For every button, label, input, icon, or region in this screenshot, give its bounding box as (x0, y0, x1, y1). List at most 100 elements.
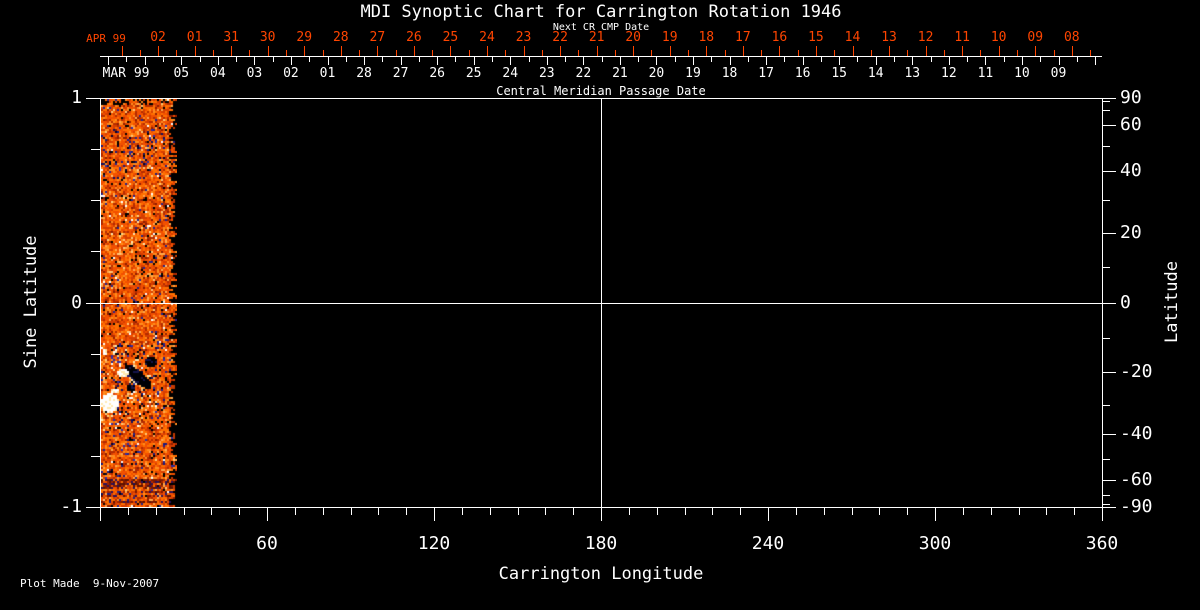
x-minor-tick (156, 507, 157, 515)
left-tick-label: -1 (40, 497, 82, 518)
cmp-day-tick (949, 57, 950, 65)
x-minor-tick (1074, 507, 1075, 515)
x-tick-label: 120 (418, 534, 451, 555)
x-tick-label: 300 (919, 534, 952, 555)
left-major-tick (86, 507, 100, 508)
next-cr-day-label: 13 (881, 31, 897, 46)
next-cr-day-label: 27 (370, 31, 386, 46)
x-minor-tick (824, 507, 825, 515)
right-tick-label: 90 (1120, 88, 1142, 109)
cmp-day-tick (693, 57, 694, 65)
right-major-tick (1102, 372, 1116, 373)
next-cr-day-tick (597, 46, 598, 56)
cmp-day-tick (876, 57, 877, 65)
cmp-day-label: 25 (466, 67, 482, 82)
right-major-tick (1102, 171, 1116, 172)
cmp-day-tick (218, 57, 219, 65)
next-cr-halfday-tick (213, 50, 214, 56)
cmp-halfday-tick (529, 57, 530, 62)
cmp-day-tick (145, 57, 146, 65)
next-cr-day-tick (560, 46, 561, 56)
cmp-day-tick (437, 57, 438, 65)
cmp-day-tick (510, 57, 511, 65)
x-major-tick (267, 507, 268, 521)
next-cr-day-label: 15 (808, 31, 824, 46)
cmp-day-tick (364, 57, 365, 65)
next-cr-day-tick (926, 46, 927, 56)
next-cr-halfday-tick (432, 50, 433, 56)
left-minor-tick (91, 354, 100, 355)
next-cr-halfday-tick (542, 50, 543, 56)
cmp-day-label: 16 (795, 67, 811, 82)
cmp-halfday-tick (602, 57, 603, 62)
next-cr-day-tick (195, 46, 196, 56)
right-minor-tick (1102, 405, 1110, 406)
cmp-day-label: 13 (904, 67, 920, 82)
cmp-day-tick (656, 57, 657, 65)
right-minor-tick (1102, 267, 1110, 268)
next-cr-halfday-tick (176, 50, 177, 56)
next-cr-day-label: 16 (772, 31, 788, 46)
cmp-day-tick (912, 57, 913, 65)
next-cr-day-label: 25 (443, 31, 459, 46)
x-minor-tick (295, 507, 296, 515)
right-tick-label: -90 (1120, 497, 1153, 518)
right-major-tick (1102, 303, 1116, 304)
x-minor-tick (573, 507, 574, 515)
mdi-synoptic-chart: MDI Synoptic Chart for Carrington Rotati… (0, 0, 1200, 610)
cmp-halfday-tick (419, 57, 420, 62)
x-major-tick (601, 507, 602, 521)
x-minor-tick (991, 507, 992, 515)
cmp-day-tick (1059, 57, 1060, 65)
x-minor-tick (128, 507, 129, 515)
next-cr-day-tick (670, 46, 671, 56)
left-axis-title: Sine Latitude (21, 235, 41, 368)
next-cr-day-label: 10 (991, 31, 1007, 46)
cmp-halfday-tick (455, 57, 456, 62)
cmp-day-label: 09 (1051, 67, 1067, 82)
right-minor-tick (1102, 146, 1110, 147)
cmp-halfday-tick (273, 57, 274, 62)
x-minor-tick (852, 507, 853, 515)
next-cr-day-tick (999, 46, 1000, 56)
equator-line (100, 303, 1102, 304)
right-tick-label: 20 (1120, 223, 1142, 244)
cmp-halfday-tick (1004, 57, 1005, 62)
x-minor-tick (629, 507, 630, 515)
central-meridian-passage-label: Central Meridian Passage Date (0, 85, 1200, 99)
next-cr-day-tick (414, 46, 415, 56)
next-cr-day-tick (304, 46, 305, 56)
right-tick-label: -60 (1120, 470, 1153, 491)
next-cr-day-tick (231, 46, 232, 56)
next-cr-halfday-tick (505, 50, 506, 56)
cmp-day-tick (803, 57, 804, 65)
cmp-day-tick (108, 57, 109, 65)
next-cr-day-tick (779, 46, 780, 56)
cmp-day-tick (254, 57, 255, 65)
cmp-halfday-tick (931, 57, 932, 62)
cmp-halfday-tick (1077, 57, 1078, 62)
left-minor-tick (91, 405, 100, 406)
right-tick-label: -40 (1120, 424, 1153, 445)
x-major-tick (434, 507, 435, 521)
next-cr-halfday-tick (615, 50, 616, 56)
cmp-day-label: 23 (539, 67, 555, 82)
right-tick-label: 60 (1120, 115, 1142, 136)
next-cr-day-tick (816, 46, 817, 56)
x-minor-tick (323, 507, 324, 515)
cmp-day-label: 18 (722, 67, 738, 82)
x-minor-tick (1019, 507, 1020, 515)
x-major-tick (1102, 507, 1103, 521)
cmp-month-label: MAR 99 (103, 67, 150, 82)
right-minor-tick (1102, 338, 1110, 339)
right-tick-label: -20 (1120, 362, 1153, 383)
cmp-halfday-tick (346, 57, 347, 62)
next-cr-halfday-tick (359, 50, 360, 56)
next-cr-halfday-tick (834, 50, 835, 56)
next-cr-day-tick (122, 46, 123, 56)
right-tick-label: 40 (1120, 161, 1142, 182)
next-cr-day-label: 31 (223, 31, 239, 46)
cmp-day-tick (839, 57, 840, 65)
cmp-halfday-tick (821, 57, 822, 62)
next-cr-day-label: 30 (260, 31, 276, 46)
